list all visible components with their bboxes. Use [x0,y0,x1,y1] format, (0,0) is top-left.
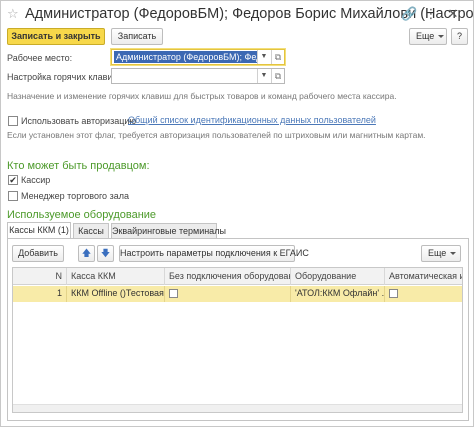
auth-checkbox[interactable] [8,116,18,126]
row-no-hw-cell [165,286,291,302]
tab-kkm[interactable]: Кассы ККМ (1) [7,222,71,239]
kkm-table: N Касса ККМ Без подключения оборудования… [12,267,463,413]
auth-hint: Если установлен этот флаг, требуется авт… [7,130,426,140]
col-hw[interactable]: Оборудование [291,268,385,285]
auto-checkbox[interactable] [389,289,398,298]
manager-checkbox[interactable] [8,191,18,201]
workplace-label: Рабочее место: [7,53,73,63]
equipment-section-title: Используемое оборудование [7,209,157,221]
workplace-value: Администратор (ФедоровБМ); Федоров [114,51,257,63]
star-icon[interactable]: ☆ [7,5,19,23]
auth-link[interactable]: Общий список идентификационных данных по… [128,114,376,126]
hotkeys-field[interactable]: ▼ ⧉ [111,68,285,84]
move-up-icon[interactable]: 🡅 [78,245,95,262]
dropdown-arrow-icon[interactable]: ▼ [257,69,270,83]
col-kkm[interactable]: Касса ККМ [67,268,165,285]
hotkeys-label: Настройка горячих клавиш: [7,72,123,82]
dropdown-arrow-icon[interactable]: ▼ [257,50,270,64]
save-button[interactable]: Записать [111,28,163,45]
table-more-button[interactable]: Еще [421,245,461,262]
tab-kassy[interactable]: Кассы [73,223,109,239]
close-icon[interactable]: ✕ [445,5,461,23]
row-hw: 'АТОЛ:ККМ Офлайн' ... [291,286,385,302]
cashier-checkbox[interactable]: ✔ [8,175,18,185]
cashier-label[interactable]: Кассир [21,174,50,186]
row-n: 1 [13,286,67,302]
more-button[interactable]: Еще [409,28,447,45]
chevron-down-icon [438,35,445,39]
hotkeys-hint: Назначение и изменение горячих клавиш дл… [7,91,397,101]
more-vertical-icon[interactable]: ⋮ [423,5,439,23]
row-kkm: ККМ Offline ()Тестовая [67,286,165,302]
more-button-label: Еще [416,31,435,41]
egais-settings-button[interactable]: Настроить параметры подключения к ЕГАИС [119,245,309,262]
table-more-label: Еще [428,248,447,258]
table-header: N Касса ККМ Без подключения оборудования… [13,268,462,285]
move-down-icon[interactable]: 🡇 [97,245,114,262]
horizontal-scrollbar[interactable] [13,404,462,412]
help-button[interactable]: ? [451,28,468,45]
workplace-field[interactable]: Администратор (ФедоровБМ); Федоров ▼ ⧉ [111,49,285,65]
link-icon[interactable]: 🔗 [401,5,417,23]
settings-window: ☆ Администратор (ФедоровБМ); Федоров Бор… [0,0,474,427]
chevron-down-icon [450,252,457,256]
table-row[interactable]: 1 ККМ Offline ()Тестовая 'АТОЛ:ККМ Офлай… [13,286,462,302]
open-link-icon[interactable]: ⧉ [271,69,284,83]
auth-label[interactable]: Использовать авторизацию [21,115,136,127]
add-button[interactable]: Добавить [12,245,64,262]
open-link-icon[interactable]: ⧉ [271,50,284,64]
check-icon: ✔ [9,175,17,185]
tab-acquiring[interactable]: Эквайринговые терминалы [111,223,226,239]
col-no-hw[interactable]: Без подключения оборудования [165,268,291,285]
save-and-close-button[interactable]: Записать и закрыть [7,28,105,45]
row-auto-cell [385,286,462,302]
col-n[interactable]: N [13,268,67,285]
no-hw-checkbox[interactable] [169,289,178,298]
manager-label[interactable]: Менеджер торгового зала [21,190,129,202]
col-auto[interactable]: Автоматическая инк [385,268,462,285]
title-bar: ☆ Администратор (ФедоровБМ); Федоров Бор… [1,1,474,27]
seller-section-title: Кто может быть продавцом: [7,160,150,172]
